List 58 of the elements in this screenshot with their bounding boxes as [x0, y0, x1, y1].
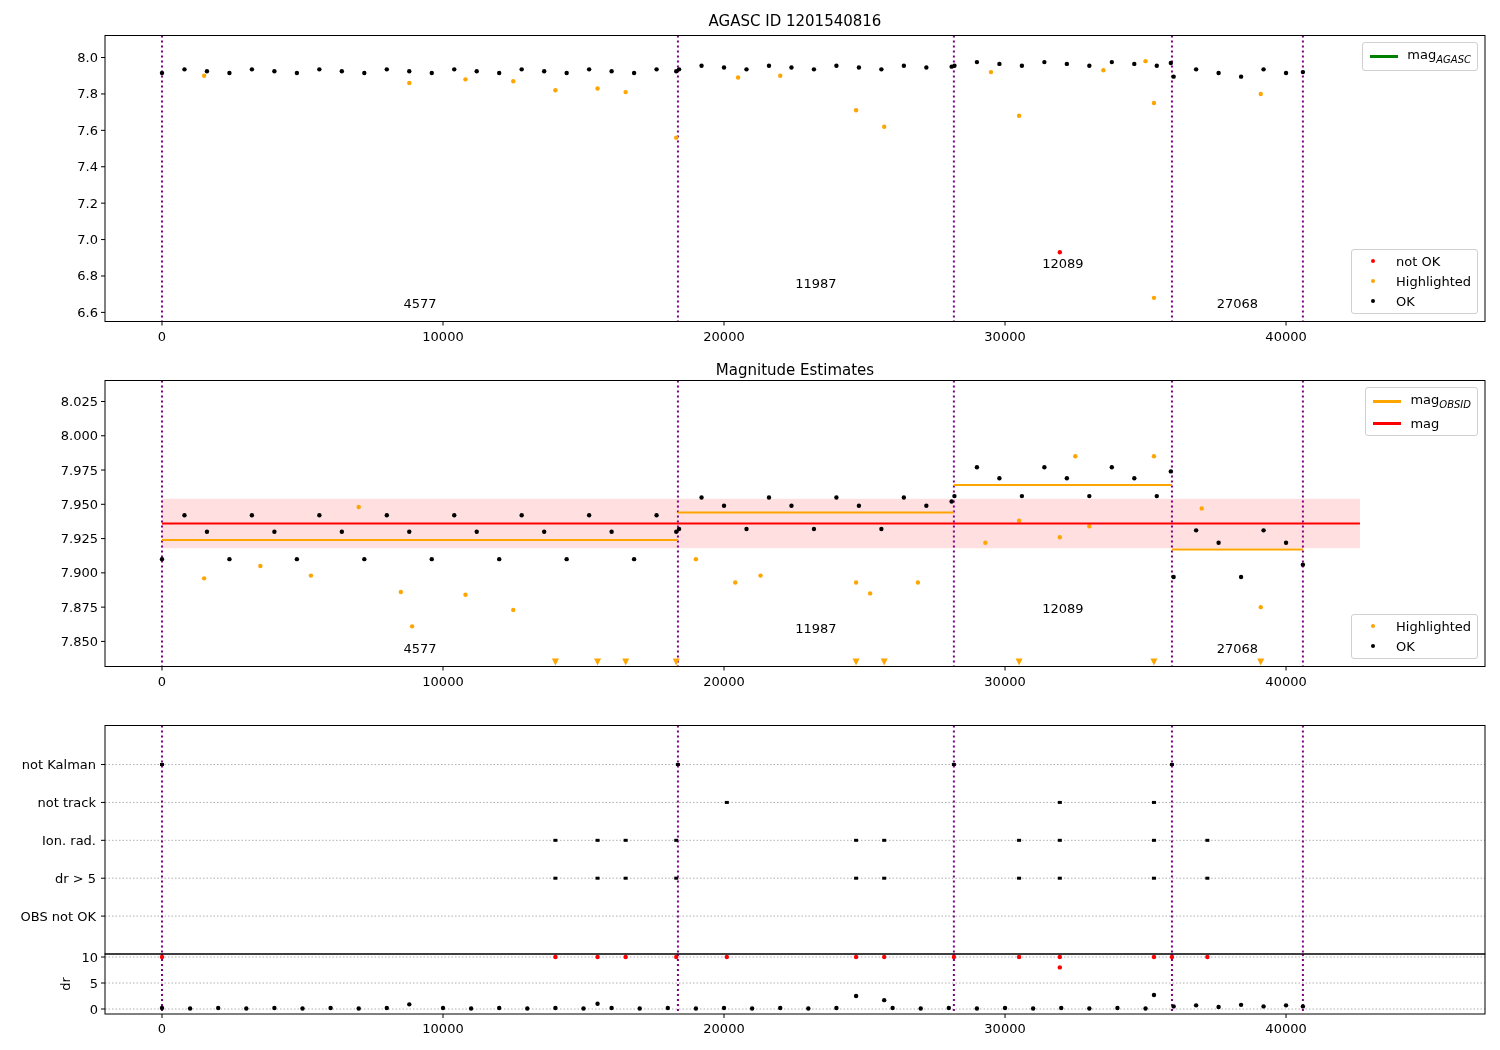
tick-label: 0 — [157, 673, 167, 689]
tick-label: 7.925 — [60, 531, 98, 547]
tick-label: 10 — [81, 949, 98, 965]
tick-label: 8.0 — [77, 50, 98, 66]
tick-label: 30000 — [984, 673, 1026, 689]
tick-label: 20000 — [703, 328, 745, 344]
tick-label: 7.6 — [77, 122, 98, 138]
tick-label: 0 — [89, 1001, 98, 1017]
tick-label: 7.875 — [60, 599, 98, 615]
tick-label: 10000 — [422, 673, 464, 689]
legend-label: OK — [1396, 292, 1415, 310]
tick-label: 10000 — [422, 1021, 464, 1036]
obsid-label: 12089 — [1042, 600, 1084, 616]
tick-label: 6.8 — [77, 268, 98, 284]
chart-title: Magnitude Estimates — [715, 360, 875, 380]
tick-label: 30000 — [984, 328, 1026, 344]
legend-label: Highlighted — [1396, 272, 1471, 290]
obsid-label: 11987 — [795, 275, 837, 291]
obsid-label: 11987 — [795, 620, 837, 636]
tick-label: 10000 — [422, 328, 464, 344]
tick-label: 30000 — [984, 1021, 1026, 1036]
obsid-label: 4577 — [403, 295, 437, 311]
obsid-label: 27068 — [1216, 295, 1259, 311]
tick-label: 20000 — [703, 673, 745, 689]
obsid-label: 4577 — [403, 640, 437, 656]
legend-label: OK — [1396, 637, 1415, 655]
tick-label: not Kalman — [21, 757, 96, 773]
tick-label: 40000 — [1265, 673, 1307, 689]
legend-label: Highlighted — [1396, 617, 1471, 635]
tick-label: 40000 — [1265, 328, 1307, 344]
tick-label: 0 — [157, 328, 167, 344]
tick-label: not track — [37, 794, 96, 810]
obsid-label: 12089 — [1042, 255, 1084, 271]
chart-title: AGASC ID 1201540816 — [708, 11, 882, 31]
tick-label: 7.0 — [77, 232, 98, 248]
tick-label: 7.4 — [77, 159, 98, 175]
tick-label: 8.000 — [60, 428, 98, 444]
tick-label: 7.2 — [77, 195, 98, 211]
legend-label: mag$_{AGASC}$ — [1407, 45, 1471, 67]
tick-label: 7.8 — [77, 86, 98, 102]
legend-label: mag$_{OBSID}$ — [1410, 390, 1471, 412]
tick-label: 40000 — [1265, 1021, 1307, 1036]
tick-label: 7.900 — [60, 565, 98, 581]
tick-label: 6.6 — [77, 304, 98, 320]
tick-label: dr > 5 — [54, 870, 96, 886]
tick-label: OBS not OK — [20, 908, 96, 924]
obsid-label: 27068 — [1216, 640, 1259, 656]
tick-label: 7.850 — [60, 633, 98, 649]
tick-label: 8.025 — [60, 394, 98, 409]
tick-label: 7.950 — [60, 496, 98, 512]
tick-label: 7.975 — [60, 462, 98, 478]
tick-label: 0 — [157, 1021, 167, 1036]
axis-label: dr — [58, 977, 73, 991]
tick-label: 20000 — [703, 1021, 745, 1036]
legend-label: mag — [1410, 415, 1440, 433]
tick-label: Ion. rad. — [42, 832, 96, 848]
legend-label: not OK — [1396, 252, 1441, 270]
tick-label: 5 — [89, 975, 98, 991]
